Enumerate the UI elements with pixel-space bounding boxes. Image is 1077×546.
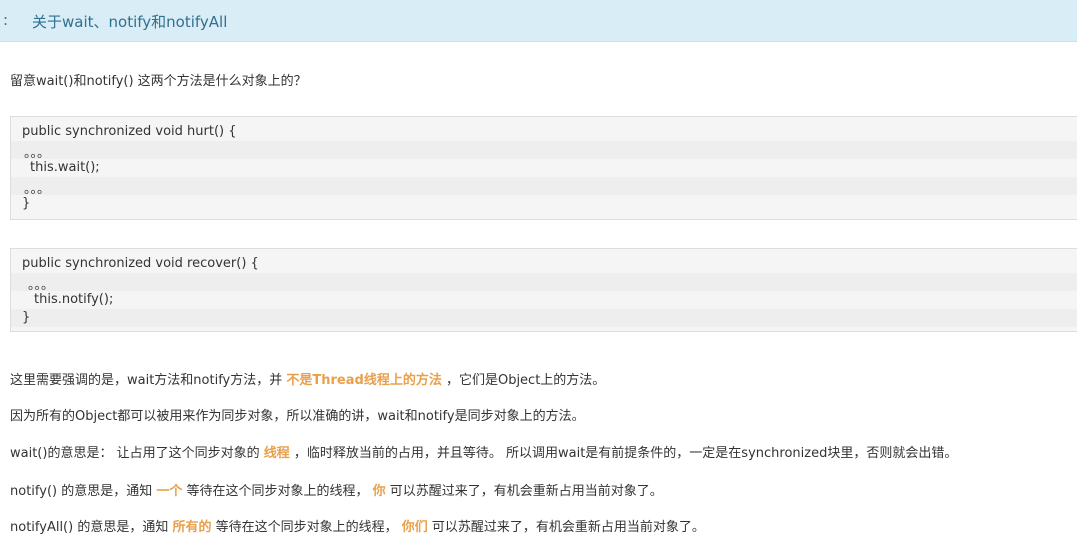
- highlight: 不是Thread线程上的方法: [286, 373, 442, 388]
- code-line: public synchronized void hurt() {: [22, 124, 237, 139]
- highlight: 你: [372, 484, 386, 499]
- header-colon: :: [3, 11, 9, 29]
- paragraph-not-thread-methods: 这里需要强调的是，wait方法和notify方法，并 不是Thread线程上的方…: [10, 369, 605, 388]
- code-line: 。。。: [11, 273, 1077, 293]
- text: notify() 的意思是，通知: [10, 484, 157, 499]
- code-line: 。。。: [11, 141, 1077, 161]
- code-block-recover: public synchronized void recover() { 。。。…: [10, 248, 1077, 332]
- paragraph-wait-meaning: wait()的意思是： 让占用了这个同步对象的 线程 ，临时释放当前的占用，并且…: [10, 442, 957, 461]
- text: ，临时释放当前的占用，并且等待。 所以调用wait是有前提条件的，一定是在syn…: [289, 446, 958, 461]
- highlight: 线程: [263, 446, 290, 461]
- text: 等待在这个同步对象上的线程，: [211, 520, 402, 535]
- paragraph-notify-meaning: notify() 的意思是，通知 一个 等待在这个同步对象上的线程， 你 可以苏…: [10, 480, 663, 499]
- text: 可以苏醒过来了，有机会重新占用当前对象了。: [427, 520, 705, 535]
- text: wait()的意思是： 让占用了这个同步对象的: [10, 446, 264, 461]
- text: 等待在这个同步对象上的线程，: [182, 484, 373, 499]
- paragraph-sync-object: 因为所有的Object都可以被用来作为同步对象，所以准确的讲，wait和noti…: [10, 409, 585, 424]
- section-header: : 关于wait、notify和notifyAll: [0, 0, 1077, 42]
- code-line: this.notify();: [34, 292, 114, 307]
- text: notifyAll() 的意思是，通知: [10, 520, 173, 535]
- code-line: }: [22, 196, 31, 211]
- code-line: }: [11, 309, 1077, 327]
- section-title: 关于wait、notify和notifyAll: [32, 13, 228, 31]
- code-line: public synchronized void recover() {: [22, 256, 259, 271]
- code-line: this.wait();: [30, 160, 100, 175]
- highlight: 所有的: [172, 520, 212, 535]
- code-block-hurt: public synchronized void hurt() { 。。。 th…: [10, 116, 1077, 220]
- text: 可以苏醒过来了，有机会重新占用当前对象了。: [385, 484, 663, 499]
- text: 这里需要强调的是，wait方法和notify方法，并: [10, 373, 287, 388]
- intro-text: 留意wait()和notify() 这两个方法是什么对象上的？: [10, 74, 307, 89]
- highlight: 你们: [401, 520, 428, 535]
- text: ，它们是Object上的方法。: [441, 373, 606, 388]
- highlight: 一个: [156, 484, 183, 499]
- code-line: 。。。: [11, 177, 1077, 197]
- paragraph-notifyall-meaning: notifyAll() 的意思是，通知 所有的 等待在这个同步对象上的线程， 你…: [10, 516, 705, 535]
